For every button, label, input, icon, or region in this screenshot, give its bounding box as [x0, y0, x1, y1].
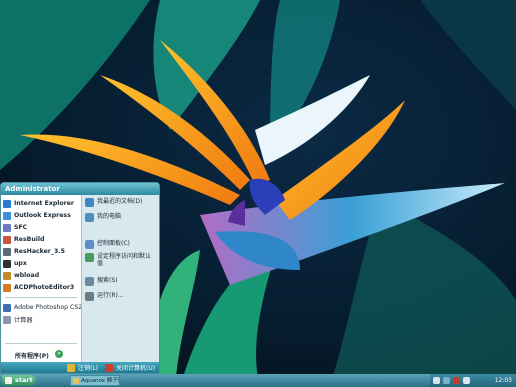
start-item-outlook-express[interactable]: Outlook Express — [3, 210, 71, 221]
calculator-icon — [3, 315, 11, 324]
shutdown-label: 关闭计算机(U) — [116, 365, 156, 372]
start-right-run[interactable]: 运行(R)... — [85, 292, 124, 301]
folder-icon — [73, 377, 79, 384]
system-tray: 12:03 — [430, 374, 516, 387]
start-item-label: Adobe Photoshop CS2 — [14, 304, 83, 311]
start-item-label: ResHacker_3.5 — [14, 248, 65, 255]
acd-photo-editor-icon — [3, 283, 11, 292]
start-menu-divider — [5, 297, 77, 298]
start-right-label: 搜索(S) — [97, 277, 118, 284]
start-item-label: 计算器 — [14, 317, 33, 324]
start-item-label: wbload — [14, 272, 40, 279]
start-item-calculator[interactable]: 计算器 — [3, 314, 33, 325]
start-item-label: SFC — [14, 224, 28, 231]
all-programs-arrow-icon[interactable]: » — [55, 350, 63, 358]
start-item-photoshop[interactable]: Adobe Photoshop CS2 — [3, 302, 82, 313]
start-menu-user-name: Administrator — [1, 183, 159, 195]
all-programs-button[interactable]: 所有程序(P) — [15, 351, 49, 360]
start-right-label: 设定程序访问和默认值 — [97, 253, 152, 267]
start-right-label: 我的电脑 — [97, 213, 122, 220]
outlook-express-icon — [3, 211, 11, 220]
start-menu-left-pane: Internet Explorer Outlook Express SFC Re… — [1, 195, 82, 362]
start-menu-right-pane: 我最近的文档(D) 我的电脑 控制面板(C) 设定程序访问和默认值 搜索(S) … — [81, 195, 159, 362]
start-menu: Administrator Internet Explorer Outlook … — [0, 182, 160, 374]
start-right-my-computer[interactable]: 我的电脑 — [85, 213, 121, 222]
start-menu-divider — [5, 343, 77, 344]
taskbar-window-button[interactable]: Aquanox 狮子胶印版 — [70, 375, 120, 386]
start-item-internet-explorer[interactable]: Internet Explorer — [3, 198, 74, 209]
start-item-upx[interactable]: upx — [3, 258, 27, 269]
start-item-label: Internet Explorer — [14, 200, 74, 207]
start-item-label: Outlook Express — [14, 212, 71, 219]
start-item-resbuild[interactable]: ResBuild — [3, 234, 44, 245]
start-right-label: 控制面板(C) — [97, 240, 130, 247]
start-menu-footer: 注销(L) 关闭计算机(U) — [1, 362, 159, 373]
start-right-program-defaults[interactable]: 设定程序访问和默认值 — [85, 253, 153, 267]
start-right-search[interactable]: 搜索(S) — [85, 277, 118, 286]
reshacker-icon — [3, 247, 11, 256]
upx-icon — [3, 259, 11, 268]
start-right-label: 我最近的文档(D) — [97, 198, 143, 205]
logoff-label: 注销(L) — [78, 365, 99, 372]
start-item-label: ACDPhotoEditor3 — [14, 284, 75, 291]
antivirus-icon[interactable] — [453, 377, 460, 384]
resbuild-icon — [3, 235, 11, 244]
run-icon — [85, 292, 94, 301]
start-item-label: upx — [14, 260, 27, 267]
start-right-recent-documents[interactable]: 我最近的文档(D) — [85, 198, 142, 207]
control-panel-icon — [85, 240, 94, 249]
logoff-icon — [67, 363, 75, 372]
start-button[interactable]: start — [2, 375, 36, 386]
desktop: Administrator Internet Explorer Outlook … — [0, 0, 516, 387]
my-computer-icon — [85, 213, 94, 222]
start-item-acd-photo-editor[interactable]: ACDPhotoEditor3 — [3, 282, 74, 293]
start-button-label: start — [15, 376, 33, 384]
tray-app-icon[interactable] — [463, 377, 470, 384]
sfc-icon — [3, 223, 11, 232]
search-icon — [85, 277, 94, 286]
taskbar-window-title: Aquanox 狮子胶印版 — [81, 377, 119, 384]
logoff-button[interactable]: 注销(L) — [67, 363, 98, 372]
network-icon[interactable] — [433, 377, 440, 384]
wbload-icon — [3, 271, 11, 280]
start-item-sfc[interactable]: SFC — [3, 222, 27, 233]
windows-logo-icon — [5, 377, 12, 384]
internet-explorer-icon — [3, 199, 11, 208]
photoshop-icon — [3, 303, 11, 312]
power-icon — [105, 363, 113, 372]
recent-documents-icon — [85, 198, 94, 207]
start-item-reshacker[interactable]: ResHacker_3.5 — [3, 246, 65, 257]
shutdown-button[interactable]: 关闭计算机(U) — [105, 363, 155, 372]
taskbar: start Aquanox 狮子胶印版 12:03 — [0, 374, 516, 387]
start-right-control-panel[interactable]: 控制面板(C) — [85, 240, 130, 249]
clock[interactable]: 12:03 — [495, 374, 512, 387]
start-right-label: 运行(R)... — [97, 292, 124, 299]
volume-icon[interactable] — [443, 377, 450, 384]
start-item-wbload[interactable]: wbload — [3, 270, 39, 281]
program-defaults-icon — [85, 253, 94, 262]
start-item-label: ResBuild — [14, 236, 45, 243]
